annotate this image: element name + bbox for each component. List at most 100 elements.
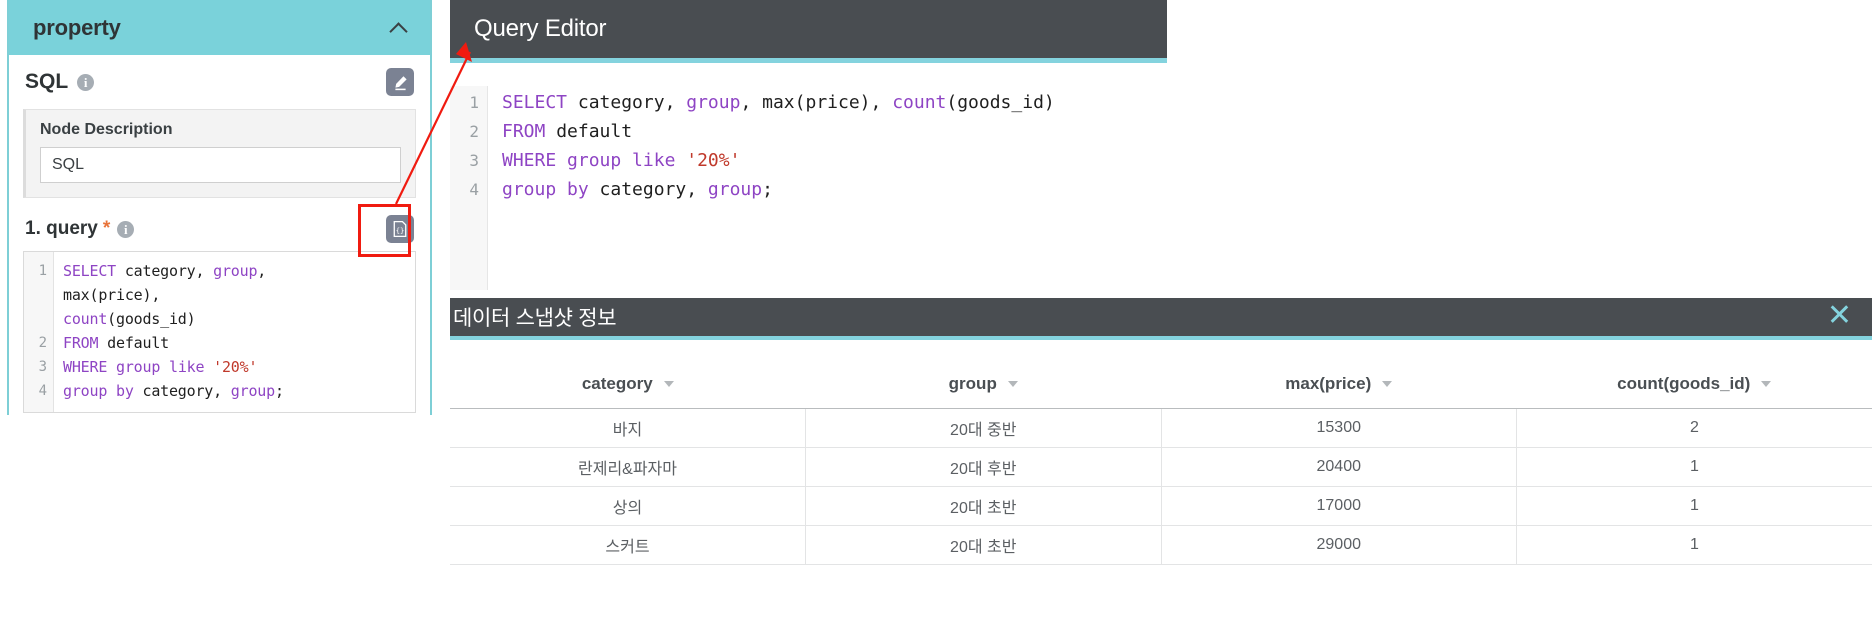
table-cell: 란제리&파자마 [450,447,806,487]
sql-section-label: SQL [25,70,69,93]
editor-code-content[interactable]: SELECT category, group, max(price), coun… [488,86,1167,290]
required-asterisk: * [102,218,111,239]
code-line: WHERE group like '20%' [63,355,415,379]
svg-text:{}: {} [396,226,405,235]
column-header-label: group [948,374,997,393]
code-token: '20%' [686,150,741,171]
editor-line-number: 1 [469,93,479,112]
query-editor-header: Query Editor [450,0,1167,63]
table-row[interactable]: 란제리&파자마 20대 후반 20400 1 [450,447,1872,487]
code-line-number: . [24,283,53,307]
query-code-preview[interactable]: 1..234 SELECT category, group,max(price)… [23,251,416,413]
node-description-block: Node Description SQL [23,109,416,198]
code-token: ; [762,179,773,200]
close-x-icon[interactable]: ✕ [1827,300,1852,334]
code-line-number: . [24,307,53,331]
code-token: group like [116,358,214,376]
code-token: max [762,92,795,113]
results-table-body: 바지 20대 중반 15300 2 란제리&파자마 20대 후반 20400 1 상의 20대 초… [450,408,1872,565]
table-column-header[interactable]: category [450,374,806,409]
query-editor-body[interactable]: 1 2 3 4 SELECT category, group, max(price),… [450,63,1167,290]
table-row[interactable]: 상의 20대 초반 17000 1 [450,486,1872,526]
code-token: (price), [794,92,893,113]
node-description-label: Node Description [40,121,173,138]
pencil-glyph [394,75,407,90]
table-cell: 20대 중반 [805,408,1162,448]
table-cell: 1 [1516,486,1872,526]
table-cell: 상의 [450,486,806,526]
code-token: FROM [63,334,99,352]
table-cell: 20대 초반 [805,525,1162,565]
column-header-label: count(goods_id) [1617,374,1751,393]
table-row[interactable]: 바지 20대 중반 15300 2 [450,408,1872,448]
table-cell: 1 [1516,447,1872,487]
code-token: SELECT [502,92,568,113]
table-cell: 2 [1516,408,1872,448]
editor-code-line: FROM default [502,117,1167,146]
pencil-edit-icon[interactable] [386,68,414,96]
chevron-down-icon[interactable] [1007,380,1018,387]
editor-code-line: group by category, group; [502,175,1167,204]
query-field-label: 1. query [25,218,98,239]
code-token: category, [133,382,231,400]
column-header-label: max(price) [1285,374,1372,393]
table-cell: 20대 후반 [805,447,1162,487]
code-token: ; [274,382,284,400]
table-column-header[interactable]: max(price) [1161,374,1517,409]
code-token: , [740,92,763,113]
code-line: group by category, group; [63,379,415,403]
code-token: category, [116,262,214,280]
table-cell: 스커트 [450,525,806,565]
code-line-numbers: 1.. 2 3 4 [24,252,54,412]
info-icon[interactable]: i [117,220,135,238]
table-row[interactable]: 스커트 20대 초반 29000 1 [450,525,1872,565]
query-editor-dialog: Query Editor 1 2 3 4 SELECT category, group… [450,0,1167,295]
chevron-down-icon[interactable] [1382,380,1393,387]
code-braces-document-icon[interactable]: {} [386,215,414,243]
chevron-up-icon[interactable] [390,19,408,37]
sql-section-header: SQL i [9,55,430,106]
code-token: default [98,334,169,352]
table-cell: 15300 [1161,408,1517,448]
code-line: count(goods_id) [63,307,415,331]
code-token: category, [567,92,687,113]
code-token: group [686,92,741,113]
editor-code-line: SELECT category, group, max(price), coun… [502,88,1167,117]
editor-line-number: 3 [469,151,479,170]
results-table-head: category group max(price) count(goods_id) [450,374,1872,409]
code-token: max [63,286,90,304]
code-token: group [707,179,763,200]
editor-code-line: WHERE group like '20%' [502,146,1167,175]
code-token: count [892,92,947,113]
page-title: property [33,14,121,40]
results-table: category group max(price) count(goods_id) 바… [450,374,1872,565]
table-cell: 1 [1516,525,1872,565]
code-line: max(price), [63,283,415,307]
editor-line-number: 2 [469,122,479,141]
node-description-input[interactable]: SQL [40,147,401,183]
query-field-header: 1. query * i {} [9,198,430,251]
info-icon[interactable]: i [77,73,95,91]
code-token: group like [567,150,687,171]
code-token: group by [63,382,134,400]
table-cell: 20400 [1161,447,1517,487]
code-token: count [63,310,108,328]
code-token: (goods_id) [107,310,196,328]
code-line-number: 3 [38,359,47,375]
chevron-down-icon[interactable] [663,380,674,387]
code-token: (price), [89,286,161,304]
table-cell: 29000 [1161,525,1517,565]
table-column-header[interactable]: count(goods_id) [1516,374,1872,409]
code-token: , [257,262,267,280]
code-line: SELECT category, group, [63,259,415,283]
code-token: WHERE [63,358,116,376]
code-token: group [230,382,275,400]
code-token: (goods_id) [946,92,1055,113]
data-snapshot-body: category group max(price) count(goods_id) 바… [450,340,1872,628]
code-token: WHERE [502,150,568,171]
code-line-number: 2 [38,335,47,351]
code-line: FROM default [63,331,415,355]
chevron-down-icon[interactable] [1761,380,1772,387]
table-column-header[interactable]: group [805,374,1161,409]
code-token: group [213,262,258,280]
